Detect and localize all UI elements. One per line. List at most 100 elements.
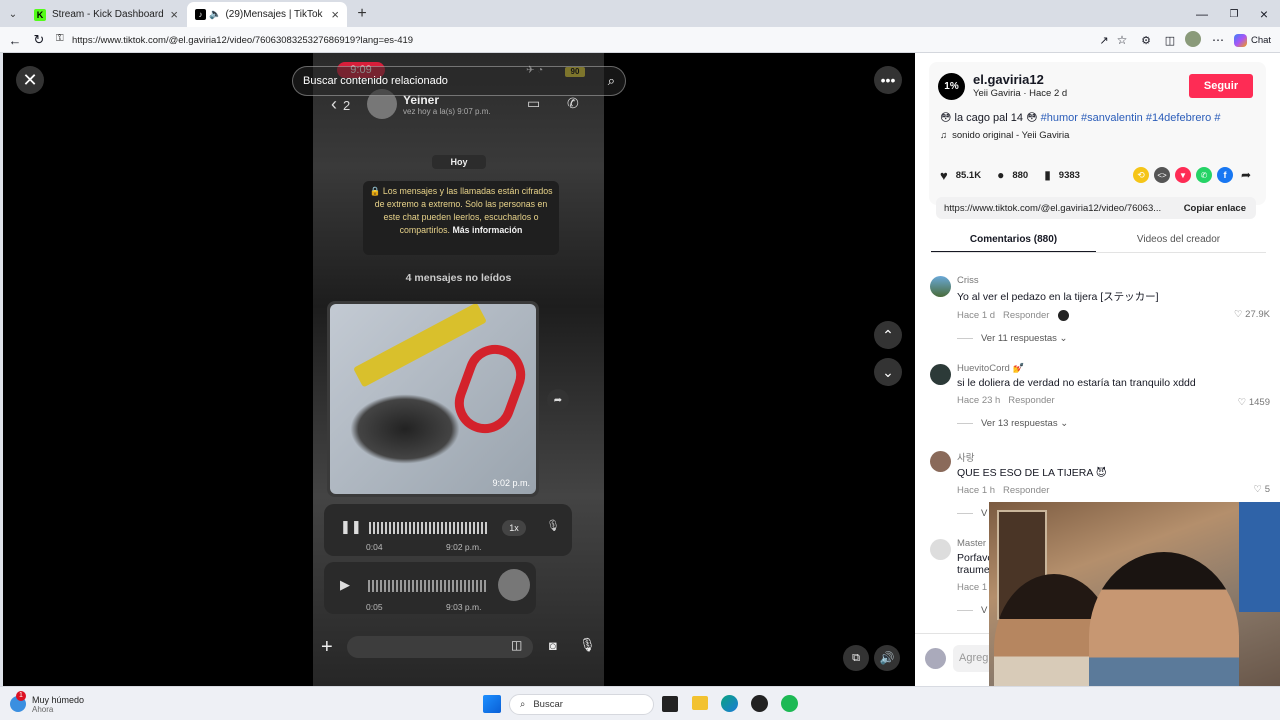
creator-like-badge	[1058, 310, 1070, 321]
share-arrow-icon[interactable]: ➦	[1238, 167, 1254, 183]
comment-like[interactable]: ♡ 5	[1254, 484, 1270, 495]
hashtag-link[interactable]: #14defebrero	[1146, 112, 1211, 124]
previous-video-button[interactable]: ⌃	[874, 321, 902, 349]
video-player[interactable]: ✕ ••• ⌃ ⌄ ⧉ 🔊 9:09 ✈ ◔ 90 ‹ 2 Yeiner vez…	[3, 53, 915, 686]
microphone-icon[interactable]: 🎙	[579, 637, 596, 653]
commenter-name[interactable]: Criss	[957, 275, 1274, 286]
comment-icon[interactable]: ●	[997, 168, 1004, 182]
close-tab-icon[interactable]: ×	[331, 7, 339, 22]
hashtag-link[interactable]: #sanvalentin	[1081, 112, 1143, 124]
volume-icon[interactable]: 🔊	[874, 645, 900, 671]
sticker-icon[interactable]: ◫	[511, 638, 522, 652]
commenter-avatar[interactable]	[930, 364, 951, 385]
close-window-button[interactable]: ×	[1254, 4, 1274, 24]
windows-start-icon[interactable]	[483, 695, 501, 713]
tab-creator-videos[interactable]: Videos del creador	[1096, 234, 1261, 245]
obs-icon[interactable]	[751, 695, 768, 712]
reply-button[interactable]: Responder	[1003, 485, 1049, 496]
playback-speed[interactable]: 1x	[502, 520, 526, 536]
more-menu-icon[interactable]: ⋯	[1210, 32, 1226, 48]
caption: 😳 la cago pal 14 😳 #humor #sanvalentin #…	[940, 111, 1220, 124]
weather-widget[interactable]: 1 Muy húmedo Ahora	[10, 691, 84, 716]
tab-tiktok[interactable]: ♪ 🔈 (29)Mensajes | TikTok ×	[187, 2, 347, 27]
site-info-icon[interactable]: ⚿	[56, 33, 64, 44]
spotify-icon[interactable]	[781, 695, 798, 712]
embed-icon[interactable]: <>	[1154, 167, 1170, 183]
comment-like[interactable]: ♡ 1459	[1238, 397, 1270, 408]
sound-link[interactable]: ♫ sonido original - Yeii Gaviria	[940, 130, 1069, 141]
bookmark-icon[interactable]: ▮	[1044, 168, 1051, 182]
send-icon[interactable]: ▼	[1175, 167, 1191, 183]
audio-elapsed: 0:05	[366, 602, 383, 612]
commenter-avatar[interactable]	[930, 539, 951, 560]
phone-call-icon[interactable]: ✆	[567, 95, 579, 112]
open-in-app-icon[interactable]: ↗	[1096, 32, 1112, 48]
windows-taskbar: 1 Muy húmedo Ahora ⌕ Buscar	[0, 686, 1280, 720]
more-options-icon[interactable]: •••	[874, 66, 902, 94]
task-view-icon[interactable]	[662, 696, 678, 712]
minimize-button[interactable]: —	[1192, 4, 1212, 24]
restore-button[interactable]: ❐	[1224, 4, 1244, 24]
comment-text: si le doliera de verdad no estaría tan t…	[957, 377, 1196, 389]
search-placeholder: Buscar contenido relacionado	[303, 75, 448, 87]
view-replies-label: Ver 11 respuestas	[981, 333, 1057, 345]
emoji-icon: 😳	[1026, 112, 1038, 124]
whatsapp-icon[interactable]: ✆	[1196, 167, 1212, 183]
tab-kick-dashboard[interactable]: K Stream - Kick Dashboard ×	[26, 2, 186, 27]
comment-like[interactable]: ♡ 27.9K	[1234, 309, 1270, 320]
profile-avatar-icon[interactable]	[1185, 31, 1201, 47]
copilot-chat-button[interactable]: Chat	[1234, 32, 1271, 48]
hashtag-link[interactable]: #	[1214, 112, 1220, 124]
repost-icon[interactable]: ⟲	[1133, 167, 1149, 183]
search-icon[interactable]: ⌕	[608, 73, 615, 89]
next-video-button[interactable]: ⌄	[874, 358, 902, 386]
back-icon[interactable]: ←	[6, 31, 24, 49]
url-field[interactable]: ⚿ https://www.tiktok.com/@el.gaviria12/v…	[50, 30, 1130, 50]
blue-cloth	[1239, 502, 1280, 612]
encryption-link[interactable]: Más información	[452, 225, 522, 235]
plus-icon[interactable]: +	[321, 636, 333, 659]
comment-age: Hace 1 h	[957, 485, 996, 496]
hair-clump	[350, 394, 460, 464]
commenter-name[interactable]: HuevitoCord	[957, 363, 1010, 374]
copy-link-button[interactable]: Copiar enlace	[1184, 203, 1246, 214]
back-chevron-icon[interactable]: ‹	[331, 94, 337, 115]
message-input[interactable]	[347, 636, 533, 658]
author-username[interactable]: el.gaviria12	[973, 72, 1044, 87]
view-replies[interactable]: Ver 13 respuestas ⌄	[957, 418, 1274, 429]
close-video-button[interactable]: ✕	[16, 66, 44, 94]
tab-list-chevron-icon[interactable]: ⌄	[4, 5, 22, 23]
view-replies[interactable]: Ver 11 respuestas ⌄	[957, 333, 1274, 344]
new-tab-button[interactable]: +	[352, 4, 372, 24]
scissors-razor-photo: 9:02 p.m.	[330, 304, 536, 494]
author-avatar[interactable]: 1%	[938, 73, 965, 100]
camera-icon[interactable]: ◙	[549, 638, 557, 653]
hashtag-link[interactable]: #humor	[1041, 112, 1078, 124]
edge-icon[interactable]	[721, 695, 738, 712]
reload-icon[interactable]: ↻	[30, 31, 48, 49]
follow-button[interactable]: Seguir	[1189, 74, 1253, 98]
reply-button[interactable]: Responder	[1008, 395, 1054, 406]
heart-icon[interactable]: ♥	[940, 168, 948, 183]
favorite-star-icon[interactable]: ☆	[1114, 32, 1130, 48]
commenter-name[interactable]: 사랑	[957, 450, 1274, 464]
commenter-avatar[interactable]	[930, 451, 951, 472]
comment-text: Yo al ver el pedazo en la tijera [ステッカー]	[957, 291, 1159, 303]
forward-icon[interactable]: ➦	[547, 389, 569, 411]
split-screen-icon[interactable]: ◫	[1162, 32, 1178, 48]
comment-count: 880	[1012, 169, 1029, 181]
reply-button[interactable]: Responder	[1003, 310, 1049, 321]
related-search-bar[interactable]: Buscar contenido relacionado ⌕	[292, 66, 626, 96]
pause-icon[interactable]: ❚❚	[340, 519, 362, 535]
extensions-icon[interactable]: ⚙	[1138, 32, 1154, 48]
taskbar-search[interactable]: ⌕ Buscar	[509, 694, 654, 715]
speaker-icon[interactable]: 🔈	[209, 9, 221, 20]
play-icon[interactable]: ▶	[340, 577, 350, 593]
video-call-icon[interactable]: ▭	[527, 95, 540, 112]
close-tab-icon[interactable]: ×	[170, 7, 178, 22]
file-explorer-icon[interactable]	[692, 696, 708, 710]
tab-comments[interactable]: Comentarios (880)	[931, 234, 1096, 245]
pip-icon[interactable]: ⧉	[843, 645, 869, 671]
commenter-avatar[interactable]	[930, 276, 951, 297]
facebook-icon[interactable]: f	[1217, 167, 1233, 183]
